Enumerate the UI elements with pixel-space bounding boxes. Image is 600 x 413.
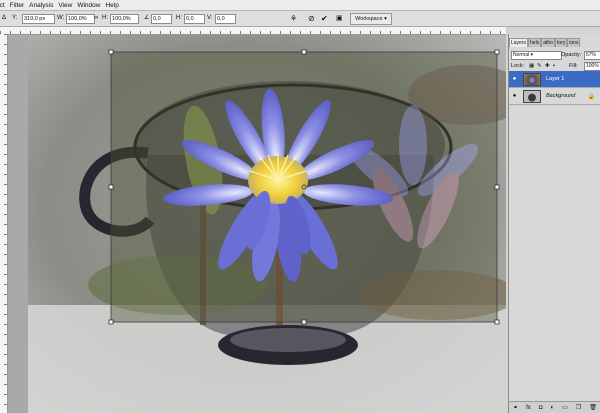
delta-icon: Δ: [2, 15, 7, 21]
bridge-icon[interactable]: ▣: [336, 14, 343, 23]
layer-style-icon[interactable]: fx: [526, 405, 531, 411]
fill-label: Fill:: [569, 63, 578, 69]
h-label: H:: [102, 15, 108, 21]
opacity-label: Opacity:: [561, 52, 582, 58]
angle-field[interactable]: 0,0: [151, 14, 172, 24]
layer-thumbnail: [523, 89, 541, 103]
adjustment-layer-icon[interactable]: ◐: [550, 405, 554, 411]
cup-base: [230, 328, 346, 352]
menu-filter[interactable]: Filter: [10, 2, 24, 9]
layer-row-background[interactable]: ● Background 🔒: [509, 88, 600, 105]
tab-history[interactable]: tory: [554, 38, 568, 47]
menu-view[interactable]: View: [58, 2, 72, 9]
menu-analysis[interactable]: Analysis: [29, 2, 53, 9]
menu-select[interactable]: ect: [0, 2, 5, 9]
angle-icon: ∠: [144, 15, 150, 21]
vskew-field[interactable]: 0,0: [215, 14, 236, 24]
layer-name: Background: [546, 93, 576, 99]
add-mask-icon[interactable]: ◘: [539, 405, 543, 411]
commit-icon[interactable]: ✔: [321, 14, 328, 23]
blend-mode-value: Normal: [513, 52, 530, 58]
new-group-icon[interactable]: ▭: [562, 404, 568, 411]
layer-row-layer-1[interactable]: ● Layer 1: [509, 71, 600, 88]
tab-channels[interactable]: hels: [528, 38, 542, 47]
menu-bar: ect Filter Analysis View Window Help: [0, 0, 600, 11]
layer-name: Layer 1: [546, 76, 565, 82]
lock-image-icon[interactable]: ✎: [537, 62, 542, 70]
workspace-label: Workspace: [355, 16, 383, 22]
lock-transparent-icon[interactable]: ▦: [529, 62, 534, 70]
document-canvas[interactable]: [28, 35, 506, 413]
vskew-label: V:: [207, 15, 213, 21]
menu-window[interactable]: Window: [77, 2, 100, 9]
pasteboard: [8, 35, 28, 413]
lock-icon: 🔒: [587, 93, 595, 100]
cancel-icon[interactable]: ⊘: [308, 14, 315, 23]
lock-all-icon[interactable]: ▪: [553, 62, 555, 70]
warp-icon[interactable]: ⚘: [290, 14, 297, 23]
lock-label: Lock:: [511, 63, 525, 69]
y-label: Y:: [12, 15, 18, 21]
width-field[interactable]: 100,0%: [66, 14, 95, 24]
options-bar: Δ Y: 319,0 px W: 100,0% ∞ H: 100,0% ∠ 0,…: [0, 11, 600, 27]
opacity-field[interactable]: 57%: [584, 51, 600, 60]
hskew-field[interactable]: 0,0: [184, 14, 205, 24]
y-field[interactable]: 319,0 px: [22, 14, 55, 24]
link-layers-icon[interactable]: ⚭: [513, 404, 518, 411]
panel-footer: ⚭ fx ◘ ◐ ▭ ❐ 🗑: [509, 401, 600, 413]
layer-thumbnail: [523, 72, 541, 86]
ruler-left[interactable]: [0, 34, 8, 413]
workspace-button[interactable]: Workspace ▾: [350, 13, 392, 25]
eye-icon[interactable]: ●: [511, 93, 518, 99]
layers-panel: Layers hels atho tory ions Normal ▾ Opac…: [508, 34, 600, 413]
canvas-artwork: [28, 35, 506, 413]
fill-field[interactable]: 100%: [584, 62, 600, 71]
height-field[interactable]: 100,0%: [110, 14, 139, 24]
link-icon[interactable]: ∞: [94, 14, 98, 23]
panel-tabs: Layers hels atho tory ions: [509, 38, 600, 47]
blend-mode-select[interactable]: Normal ▾: [511, 51, 562, 60]
tab-paths[interactable]: atho: [541, 38, 555, 47]
eye-icon[interactable]: ●: [511, 76, 518, 82]
lock-position-icon[interactable]: ✚: [545, 62, 550, 70]
tab-actions[interactable]: ions: [567, 38, 581, 47]
tab-layers[interactable]: Layers: [509, 38, 529, 47]
new-layer-icon[interactable]: ❐: [576, 404, 581, 411]
hskew-label: H:: [176, 15, 182, 21]
ruler-top[interactable]: [0, 27, 506, 35]
w-label: W:: [57, 15, 65, 21]
menu-help[interactable]: Help: [105, 2, 118, 9]
delete-layer-icon[interactable]: 🗑: [589, 404, 597, 411]
